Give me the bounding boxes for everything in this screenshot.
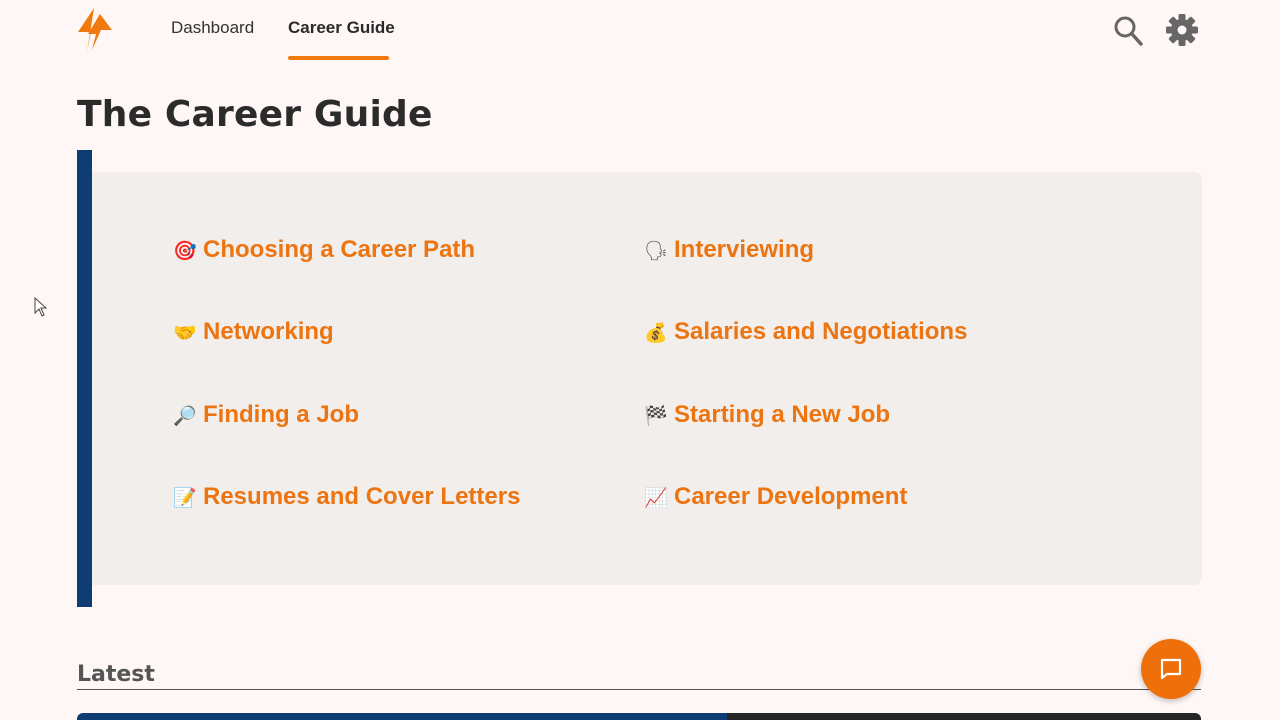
lightning-bolt-logo[interactable] xyxy=(74,6,116,54)
topic-label: Finding a Job xyxy=(203,401,359,428)
topic-label: Networking xyxy=(203,318,334,345)
topic-label: Salaries and Negotiations xyxy=(674,318,968,345)
topic-link-starting-a-new-job[interactable]: 🏁 Starting a New Job xyxy=(644,401,890,429)
memo-icon: 📝 xyxy=(173,486,197,509)
latest-articles-cards[interactable] xyxy=(77,713,1201,720)
latest-card[interactable] xyxy=(392,713,727,720)
topic-label: Career Development xyxy=(674,483,908,510)
topic-label: Resumes and Cover Letters xyxy=(203,483,521,510)
topic-link-salaries-and-negotiations[interactable]: 💰 Salaries and Negotiations xyxy=(644,318,967,346)
guide-accent-bar xyxy=(77,150,92,607)
gear-icon xyxy=(1166,14,1198,46)
topic-label: Starting a New Job xyxy=(674,401,891,428)
page-title: The Career Guide xyxy=(77,94,433,135)
search-icon xyxy=(1114,16,1143,46)
checkered-flag-icon: 🏁 xyxy=(644,404,668,427)
chart-increasing-icon: 📈 xyxy=(644,486,668,509)
settings-button[interactable] xyxy=(1165,12,1199,48)
chat-button[interactable] xyxy=(1141,639,1201,699)
money-bag-icon: 💰 xyxy=(644,321,668,344)
magnifying-glass-icon: 🔎 xyxy=(173,404,197,427)
topic-label: Choosing a Career Path xyxy=(203,236,476,263)
nav-link-career-guide[interactable]: Career Guide xyxy=(288,18,395,38)
speaking-head-icon: 🗣 xyxy=(644,239,669,262)
topic-link-career-development[interactable]: 📈 Career Development xyxy=(644,483,907,511)
topic-link-resumes-and-cover-letters[interactable]: 📝 Resumes and Cover Letters xyxy=(173,483,520,511)
nav-link-dashboard[interactable]: Dashboard xyxy=(171,18,254,38)
topic-link-networking[interactable]: 🤝 Networking xyxy=(173,318,334,346)
handshake-icon: 🤝 xyxy=(173,321,197,344)
mouse-pointer-icon xyxy=(34,296,48,317)
search-button[interactable] xyxy=(1111,12,1145,48)
latest-section-heading: Latest xyxy=(77,662,155,687)
topic-link-choosing-a-career-path[interactable]: 🎯 Choosing a Career Path xyxy=(173,236,475,264)
topic-link-finding-a-job[interactable]: 🔎 Finding a Job xyxy=(173,401,359,429)
top-navigation: Dashboard Career Guide xyxy=(0,0,1280,60)
active-tab-indicator xyxy=(288,56,389,60)
career-guide-topics-panel xyxy=(92,172,1202,585)
latest-card[interactable] xyxy=(727,713,1201,720)
chat-bubble-icon xyxy=(1160,658,1182,680)
latest-divider xyxy=(77,689,1201,690)
latest-card[interactable] xyxy=(77,713,392,720)
topic-link-interviewing[interactable]: 🗣 Interviewing xyxy=(644,236,814,264)
target-icon: 🎯 xyxy=(173,239,197,262)
topic-label: Interviewing xyxy=(674,236,815,263)
